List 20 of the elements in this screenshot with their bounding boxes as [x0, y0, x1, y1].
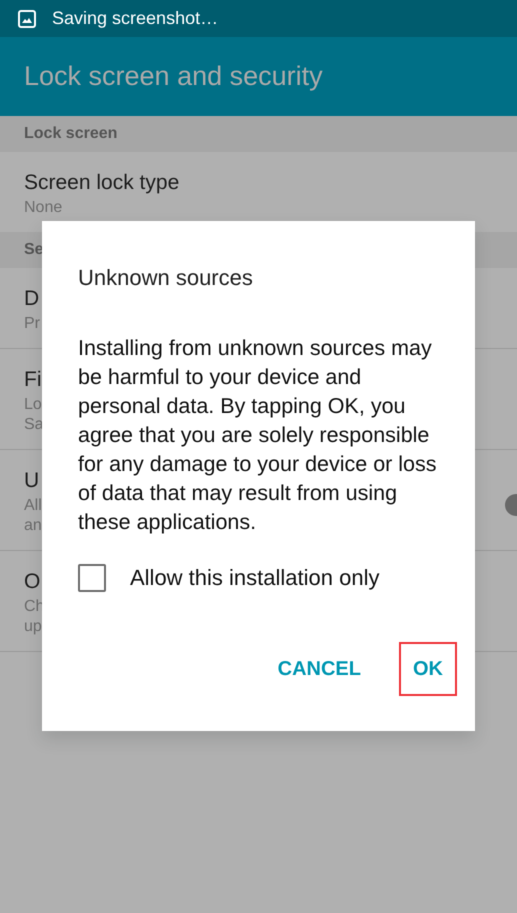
setting-summary: Pr [24, 314, 40, 334]
notification-text: Saving screenshot… [52, 7, 218, 30]
dialog-message: Installing from unknown sources may be harmful to your device and personal data. By tapping OK, you agree that you are solely responsible for any damage to your device or loss of data that may result from using these applications. [78, 335, 438, 536]
checkbox[interactable] [78, 564, 106, 592]
setting-title[interactable]: D [24, 284, 40, 314]
setting-summary: None [24, 198, 62, 218]
setting-summary: Lo [24, 395, 42, 415]
checkbox-label: Allow this installation only [130, 564, 380, 592]
setting-title[interactable]: Screen lock type [24, 168, 180, 198]
image-icon [18, 10, 36, 28]
section-header: Se [24, 240, 44, 260]
section-header: Lock screen [24, 124, 118, 144]
setting-title[interactable]: O [24, 567, 40, 597]
screen-title: Lock screen and security [24, 60, 323, 94]
setting-summary: All [24, 496, 42, 516]
setting-summary: up [24, 617, 42, 637]
dialog-title: Unknown sources [78, 264, 254, 292]
setting-summary: an [24, 516, 42, 536]
setting-title[interactable]: Fi [24, 365, 42, 395]
setting-title[interactable]: U [24, 466, 40, 496]
